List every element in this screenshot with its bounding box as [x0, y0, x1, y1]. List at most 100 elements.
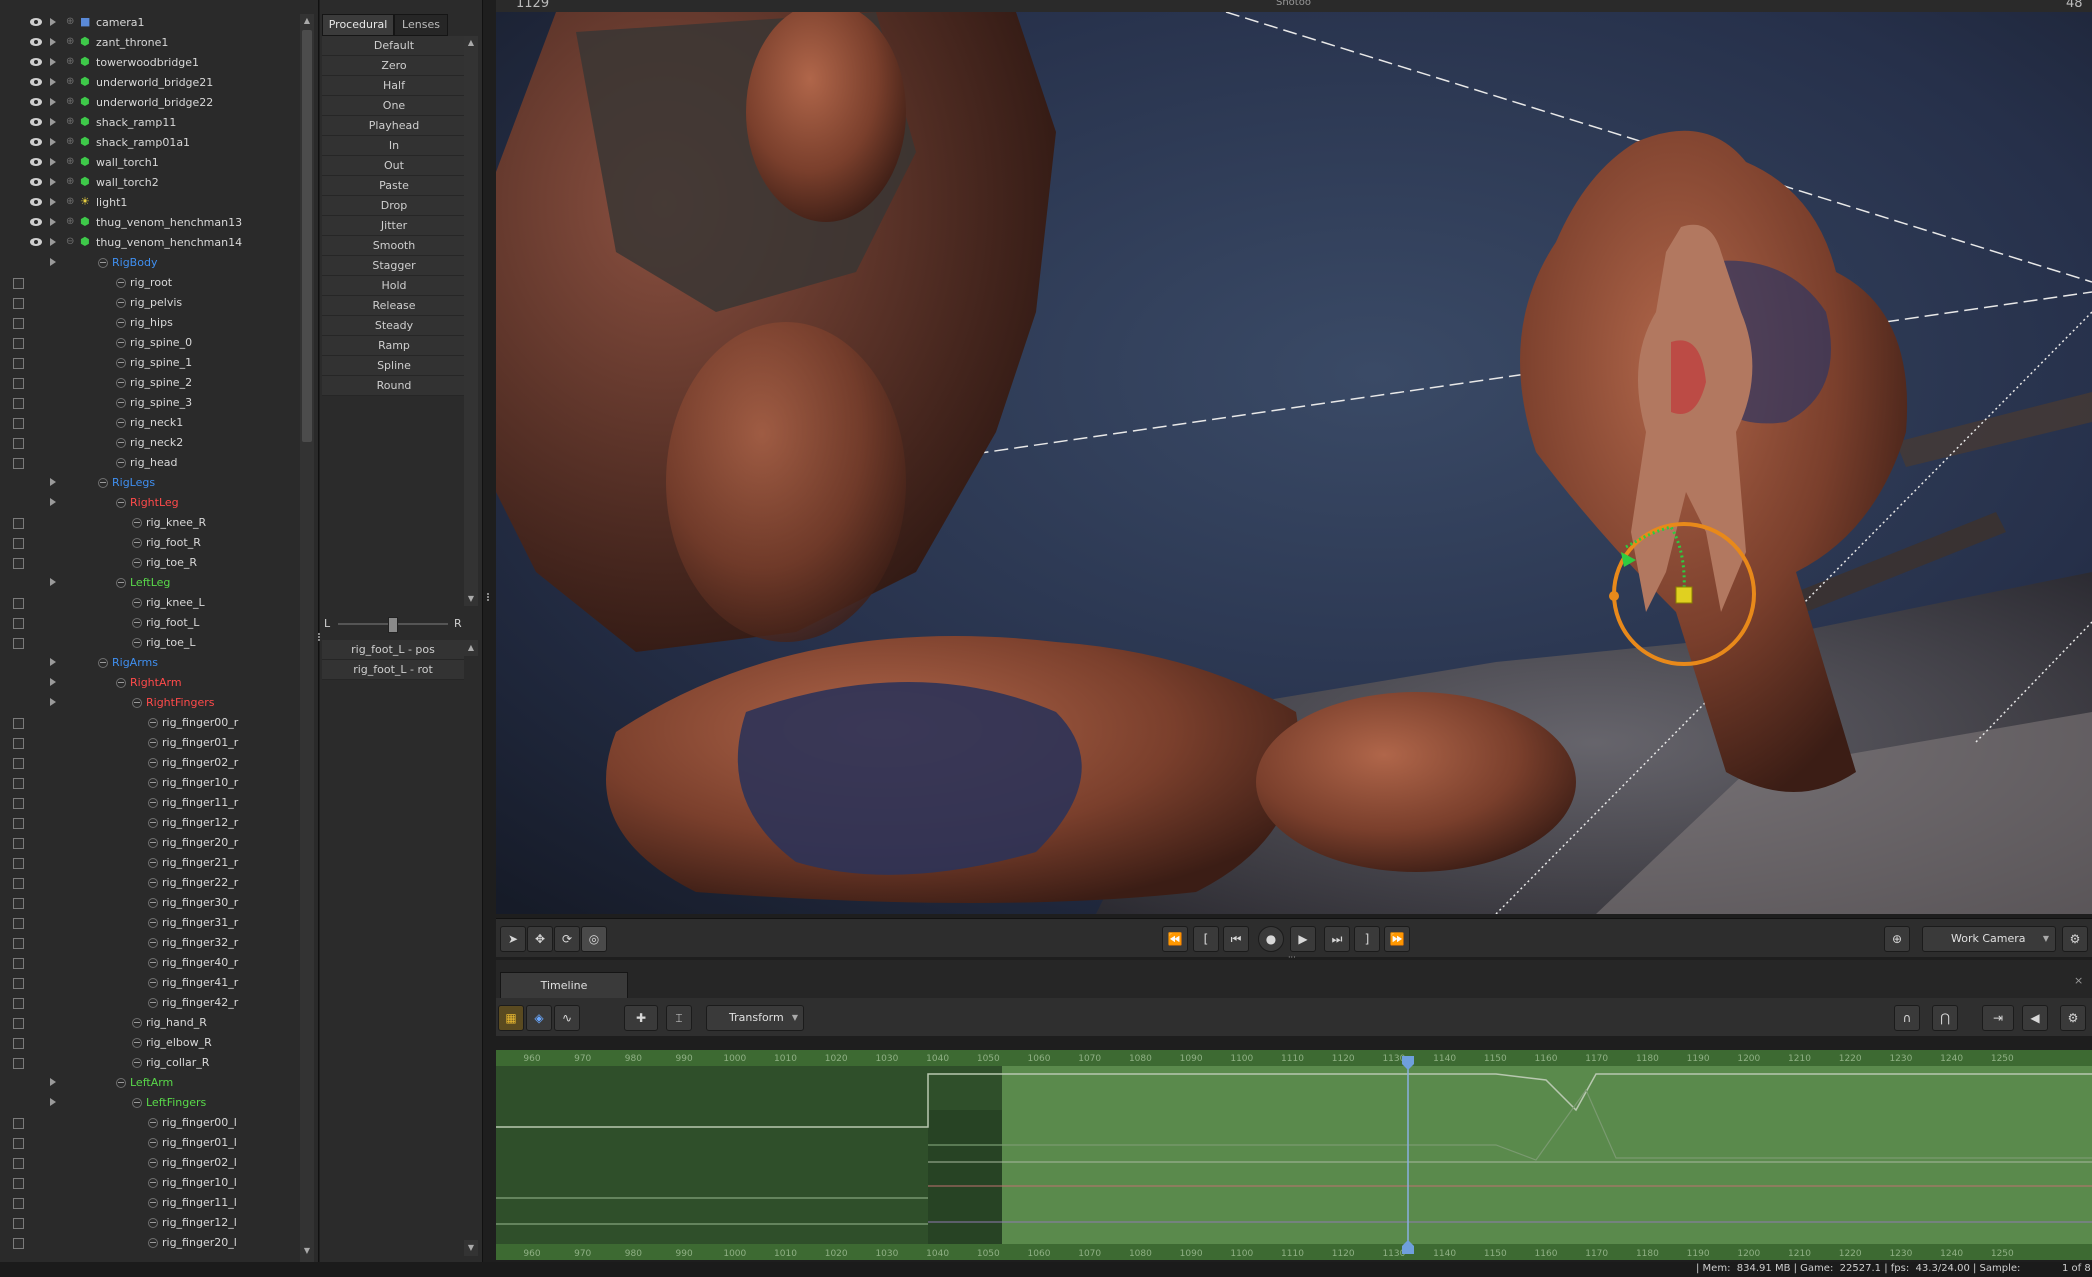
outliner-row[interactable]: rig_hips — [0, 313, 300, 333]
outliner-row[interactable]: ⊖ ⬢ thug_venom_henchman14 — [0, 233, 300, 253]
set-out-button[interactable]: ] — [1354, 926, 1380, 952]
lock-icon[interactable]: ⊕ — [66, 137, 76, 147]
lock-icon[interactable]: ⊕ — [66, 177, 76, 187]
tab-lenses[interactable]: Lenses — [394, 14, 448, 36]
row-checkbox[interactable] — [13, 558, 24, 569]
row-checkbox[interactable] — [13, 298, 24, 309]
row-checkbox[interactable] — [13, 998, 24, 1009]
row-checkbox[interactable] — [13, 918, 24, 929]
row-checkbox[interactable] — [13, 1238, 24, 1249]
row-checkbox[interactable] — [13, 518, 24, 529]
close-icon[interactable]: × — [2074, 974, 2086, 987]
outliner-row[interactable]: ⊕ ⬢ wall_torch1 — [0, 153, 300, 173]
row-checkbox[interactable] — [13, 1218, 24, 1229]
eye-icon[interactable] — [30, 158, 42, 166]
outliner-row[interactable]: RigBody — [0, 253, 300, 273]
lock-icon[interactable]: ⊖ — [66, 237, 76, 247]
expand-arrow-icon[interactable] — [50, 38, 56, 46]
outliner-row[interactable]: rig_knee_L — [0, 593, 300, 613]
procedural-item[interactable]: Drop — [322, 196, 466, 216]
splitter-handle[interactable] — [487, 592, 490, 606]
expand-arrow-icon[interactable] — [50, 18, 56, 26]
outliner-row[interactable]: RightLeg — [0, 493, 300, 513]
row-checkbox[interactable] — [13, 838, 24, 849]
row-checkbox[interactable] — [13, 1018, 24, 1029]
3d-viewport[interactable] — [496, 12, 2092, 914]
outliner-row[interactable]: rig_finger32_r — [0, 933, 300, 953]
scroll-up-icon[interactable]: ▲ — [466, 38, 476, 48]
key-channel-pos[interactable]: rig_foot_L - pos — [322, 640, 464, 660]
scroll-up-icon[interactable]: ▲ — [302, 16, 312, 26]
scroll-down-icon[interactable]: ▼ — [466, 594, 476, 604]
scroll-up-icon[interactable]: ▲ — [464, 640, 478, 656]
outliner-row[interactable]: ⊕ ⬢ shack_ramp11 — [0, 113, 300, 133]
procedural-item[interactable]: Out — [322, 156, 466, 176]
row-checkbox[interactable] — [13, 538, 24, 549]
lock-icon[interactable]: ⊕ — [66, 37, 76, 47]
row-checkbox[interactable] — [13, 338, 24, 349]
mode-select[interactable]: Transform ▼ — [706, 1005, 804, 1031]
outliner-row[interactable]: rig_knee_R — [0, 513, 300, 533]
outliner-row[interactable]: rig_head — [0, 453, 300, 473]
procedural-item[interactable]: Round — [322, 376, 466, 396]
outliner-row[interactable]: rig_foot_L — [0, 613, 300, 633]
outliner-row[interactable]: rig_hand_R — [0, 1013, 300, 1033]
row-checkbox[interactable] — [13, 598, 24, 609]
snap-button[interactable]: ∩ — [1894, 1005, 1920, 1031]
row-checkbox[interactable] — [13, 738, 24, 749]
slider-thumb[interactable] — [388, 617, 398, 633]
outliner-row[interactable]: rig_root — [0, 273, 300, 293]
outliner-row[interactable]: ⊕ ⬢ underworld_bridge21 — [0, 73, 300, 93]
row-checkbox[interactable] — [13, 778, 24, 789]
outliner-row[interactable]: rig_finger02_l — [0, 1153, 300, 1173]
outliner-row[interactable]: ⊕ ⬢ thug_venom_henchman13 — [0, 213, 300, 233]
outliner-row[interactable]: LeftFingers — [0, 1093, 300, 1113]
row-checkbox[interactable] — [13, 398, 24, 409]
prev-key-button[interactable]: ⏮ — [1223, 926, 1249, 952]
dopesheet-view-button[interactable]: ▦ — [498, 1005, 524, 1031]
eye-icon[interactable] — [30, 118, 42, 126]
outliner-row[interactable]: rig_foot_R — [0, 533, 300, 553]
expand-arrow-icon[interactable] — [50, 178, 56, 186]
procedural-item[interactable]: Hold — [322, 276, 466, 296]
expand-arrow-icon[interactable] — [50, 138, 56, 146]
lock-icon[interactable]: ⊕ — [66, 77, 76, 87]
expand-arrow-icon[interactable] — [50, 498, 56, 506]
expand-arrow-icon[interactable] — [50, 478, 56, 486]
expand-arrow-icon[interactable] — [50, 1098, 56, 1106]
row-checkbox[interactable] — [13, 438, 24, 449]
expand-arrow-icon[interactable] — [50, 158, 56, 166]
eye-icon[interactable] — [30, 38, 42, 46]
row-checkbox[interactable] — [13, 958, 24, 969]
camera-target-button[interactable]: ⊕ — [1884, 926, 1910, 952]
outliner-row[interactable]: rig_spine_0 — [0, 333, 300, 353]
procedural-item[interactable]: Default — [322, 36, 466, 56]
timeline-settings-button[interactable]: ⚙ — [2060, 1005, 2086, 1031]
procedural-scrollbar[interactable]: ▲ ▼ — [464, 36, 478, 606]
outliner-row[interactable]: ⊕ ⬢ underworld_bridge22 — [0, 93, 300, 113]
outliner-row[interactable]: ⊕ ⬢ shack_ramp01a1 — [0, 133, 300, 153]
row-checkbox[interactable] — [13, 1178, 24, 1189]
row-checkbox[interactable] — [13, 618, 24, 629]
row-checkbox[interactable] — [13, 858, 24, 869]
row-checkbox[interactable] — [13, 638, 24, 649]
procedural-item[interactable]: Release — [322, 296, 466, 316]
procedural-item[interactable]: Jitter — [322, 216, 466, 236]
outliner-row[interactable]: ⊕ ⬢ wall_torch2 — [0, 173, 300, 193]
row-checkbox[interactable] — [13, 278, 24, 289]
outliner-row[interactable]: rig_finger31_r — [0, 913, 300, 933]
procedural-item[interactable]: Smooth — [322, 236, 466, 256]
outliner-row[interactable]: rig_pelvis — [0, 293, 300, 313]
lock-icon[interactable]: ⊕ — [66, 97, 76, 107]
tab-procedural[interactable]: Procedural — [322, 14, 394, 36]
outliner-row[interactable]: ⊕ ⬢ zant_throne1 — [0, 33, 300, 53]
outliner-row[interactable]: ⊕ ☀ light1 — [0, 193, 300, 213]
go-to-end-button[interactable]: ⇥ — [1982, 1005, 2014, 1031]
outliner-row[interactable]: rig_finger10_r — [0, 773, 300, 793]
snap-alt-button[interactable]: ⋂ — [1932, 1005, 1958, 1031]
lock-icon[interactable]: ⊕ — [66, 197, 76, 207]
outliner-row[interactable]: rig_finger12_r — [0, 813, 300, 833]
expand-arrow-icon[interactable] — [50, 658, 56, 666]
lock-icon[interactable]: ⊕ — [66, 17, 76, 27]
outliner-row[interactable]: RightArm — [0, 673, 300, 693]
